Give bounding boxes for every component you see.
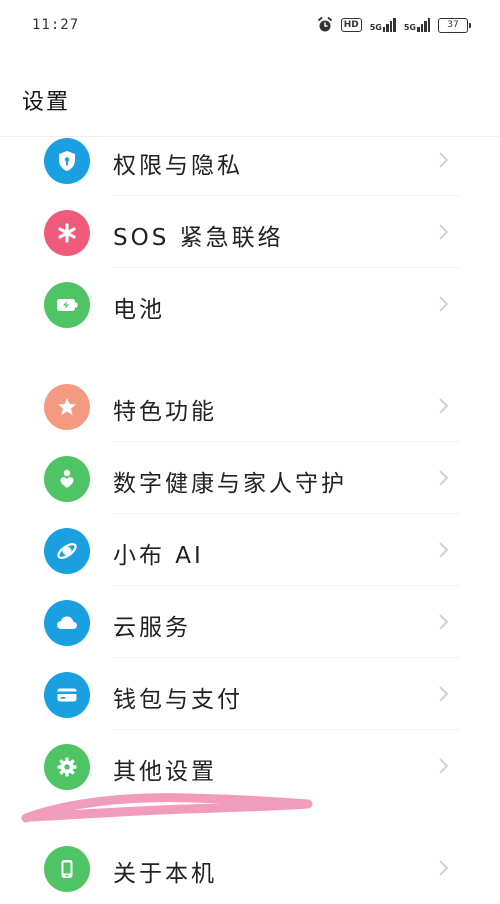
ai-assistant-icon bbox=[44, 528, 90, 574]
alarm-clock-icon bbox=[317, 17, 333, 33]
chevron-right-icon bbox=[434, 857, 452, 879]
settings-item-label: 数字健康与家人守护 bbox=[113, 471, 347, 497]
chevron-right-icon bbox=[434, 149, 452, 171]
chevron-right-icon bbox=[434, 395, 452, 417]
settings-item-privacy[interactable]: 权限与隐私 bbox=[0, 124, 500, 196]
page-title: 设置 bbox=[22, 90, 71, 115]
settings-item-label: 其他设置 bbox=[113, 759, 217, 785]
chevron-right-icon bbox=[434, 611, 452, 633]
settings-item-cloud-service[interactable]: 云服务 bbox=[0, 586, 500, 658]
settings-item-other-settings[interactable]: 其他设置 bbox=[0, 730, 500, 802]
shield-icon bbox=[44, 138, 90, 184]
family-heart-icon bbox=[44, 456, 90, 502]
chevron-right-icon bbox=[434, 539, 452, 561]
settings-item-label: 权限与隐私 bbox=[113, 153, 243, 179]
settings-item-label: 关于本机 bbox=[113, 861, 217, 887]
settings-item-xiaobu-ai[interactable]: 小布 AI bbox=[0, 514, 500, 586]
signal-2-label: 5G bbox=[403, 23, 416, 32]
gear-icon bbox=[44, 744, 90, 790]
wallet-icon bbox=[44, 672, 90, 718]
settings-item-special-features[interactable]: 特色功能 bbox=[0, 370, 500, 442]
cellular-signal-2-icon: 5G bbox=[404, 18, 430, 32]
settings-item-label: 云服务 bbox=[113, 615, 191, 641]
settings-item-label: 电池 bbox=[113, 297, 165, 323]
settings-item-about-phone[interactable]: 关于本机 bbox=[0, 832, 500, 904]
settings-item-label: SOS 紧急联络 bbox=[113, 225, 284, 251]
settings-item-sos[interactable]: SOS 紧急联络 bbox=[0, 196, 500, 268]
settings-item-digital-wellbeing[interactable]: 数字健康与家人守护 bbox=[0, 442, 500, 514]
star-icon bbox=[44, 384, 90, 430]
battery-icon bbox=[44, 282, 90, 328]
settings-item-wallet[interactable]: 钱包与支付 bbox=[0, 658, 500, 730]
cellular-signal-1-icon: 5G bbox=[370, 18, 396, 32]
status-time: 11:27 bbox=[32, 17, 80, 33]
settings-item-label: 特色功能 bbox=[113, 399, 217, 425]
settings-item-battery[interactable]: 电池 bbox=[0, 268, 500, 340]
asterisk-icon bbox=[44, 210, 90, 256]
phone-icon bbox=[44, 846, 90, 892]
chevron-right-icon bbox=[434, 467, 452, 489]
status-icons: HD 5G 5G 37 bbox=[317, 17, 471, 33]
settings-item-label: 小布 AI bbox=[113, 543, 204, 569]
signal-1-label: 5G bbox=[369, 23, 382, 32]
chevron-right-icon bbox=[434, 221, 452, 243]
chevron-right-icon bbox=[434, 293, 452, 315]
cloud-icon bbox=[44, 600, 90, 646]
battery-indicator: 37 bbox=[438, 17, 471, 33]
settings-item-label: 钱包与支付 bbox=[113, 687, 243, 713]
hd-badge: HD bbox=[340, 18, 362, 32]
status-bar: 11:27 HD 5G 5G 37 bbox=[0, 0, 500, 56]
chevron-right-icon bbox=[434, 683, 452, 705]
chevron-right-icon bbox=[434, 755, 452, 777]
